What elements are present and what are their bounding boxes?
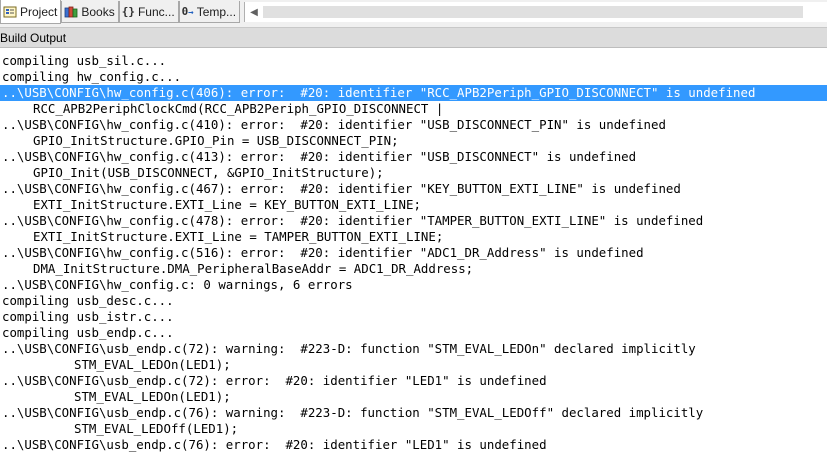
- tab-books[interactable]: Books: [61, 1, 119, 23]
- output-line-selected[interactable]: ..\USB\CONFIG\hw_config.c(406): error: #…: [0, 85, 827, 101]
- output-line[interactable]: ..\USB\CONFIG\hw_config.c(413): error: #…: [0, 149, 827, 165]
- templates-icon: 0→: [181, 5, 194, 18]
- tab-project[interactable]: Project: [0, 0, 62, 24]
- output-line[interactable]: ..\USB\CONFIG\hw_config.c(467): error: #…: [0, 181, 827, 197]
- scroll-left-arrow-icon[interactable]: ◀: [247, 4, 261, 20]
- workspace-tabs: Project Books {} Func... 0→ Temp...: [0, 0, 241, 25]
- output-line[interactable]: STM_EVAL_LEDOn(LED1);: [0, 389, 827, 405]
- editor-horizontal-scrollbar[interactable]: ◀: [244, 2, 827, 22]
- output-line[interactable]: ..\USB\CONFIG\hw_config.c: 0 warnings, 6…: [0, 277, 827, 293]
- keil-ide-window: Project Books {} Func... 0→ Temp... ◀ Bu…: [0, 0, 827, 455]
- project-icon: [3, 6, 17, 17]
- output-line[interactable]: DMA_InitStructure.DMA_PeripheralBaseAddr…: [0, 261, 827, 277]
- output-line[interactable]: STM_EVAL_LEDOff(LED1);: [0, 421, 827, 437]
- output-line[interactable]: GPIO_InitStructure.GPIO_Pin = USB_DISCON…: [0, 133, 827, 149]
- tab-books-label: Books: [81, 4, 115, 19]
- tab-templates[interactable]: 0→ Temp...: [178, 1, 241, 23]
- output-line[interactable]: GPIO_Init(USB_DISCONNECT, &GPIO_InitStru…: [0, 165, 827, 181]
- output-line[interactable]: compiling usb_istr.c...: [0, 309, 827, 325]
- output-line[interactable]: EXTI_InitStructure.EXTI_Line = KEY_BUTTO…: [0, 197, 827, 213]
- workspace-tab-strip: Project Books {} Func... 0→ Temp... ◀: [0, 0, 827, 28]
- tab-functions[interactable]: {} Func...: [118, 1, 179, 23]
- output-line[interactable]: compiling usb_sil.c...: [0, 53, 827, 69]
- output-line[interactable]: RCC_APB2PeriphClockCmd(RCC_APB2Periph_GP…: [0, 101, 827, 117]
- output-line[interactable]: ..\USB\CONFIG\usb_endp.c(76): error: #20…: [0, 437, 827, 453]
- output-line[interactable]: ..\USB\CONFIG\usb_endp.c(76): warning: #…: [0, 405, 827, 421]
- panel-title: Build Output: [0, 28, 827, 48]
- output-line[interactable]: EXTI_InitStructure.EXTI_Line = TAMPER_BU…: [0, 229, 827, 245]
- scroll-track[interactable]: [263, 6, 803, 18]
- build-output-list[interactable]: compiling usb_sil.c... compiling hw_confi…: [0, 53, 827, 455]
- tab-templates-label: Temp...: [196, 4, 237, 19]
- output-line[interactable]: ..\USB\CONFIG\usb_endp.c(72): error: #20…: [0, 373, 827, 389]
- output-line[interactable]: compiling usb_endp.c...: [0, 325, 827, 341]
- books-icon: [64, 6, 78, 17]
- output-line[interactable]: ..\USB\CONFIG\hw_config.c(516): error: #…: [0, 245, 827, 261]
- output-line[interactable]: compiling usb_desc.c...: [0, 293, 827, 309]
- output-line[interactable]: ..\USB\CONFIG\usb_endp.c(72): warning: #…: [0, 341, 827, 357]
- tab-functions-label: Func...: [137, 4, 175, 19]
- output-line[interactable]: ..\USB\CONFIG\hw_config.c(410): error: #…: [0, 117, 827, 133]
- output-line[interactable]: compiling hw_config.c...: [0, 69, 827, 85]
- output-line[interactable]: ..\USB\CONFIG\hw_config.c(478): error: #…: [0, 213, 827, 229]
- output-line[interactable]: STM_EVAL_LEDOn(LED1);: [0, 357, 827, 373]
- tab-project-label: Project: [20, 4, 58, 19]
- functions-icon: {}: [121, 5, 135, 18]
